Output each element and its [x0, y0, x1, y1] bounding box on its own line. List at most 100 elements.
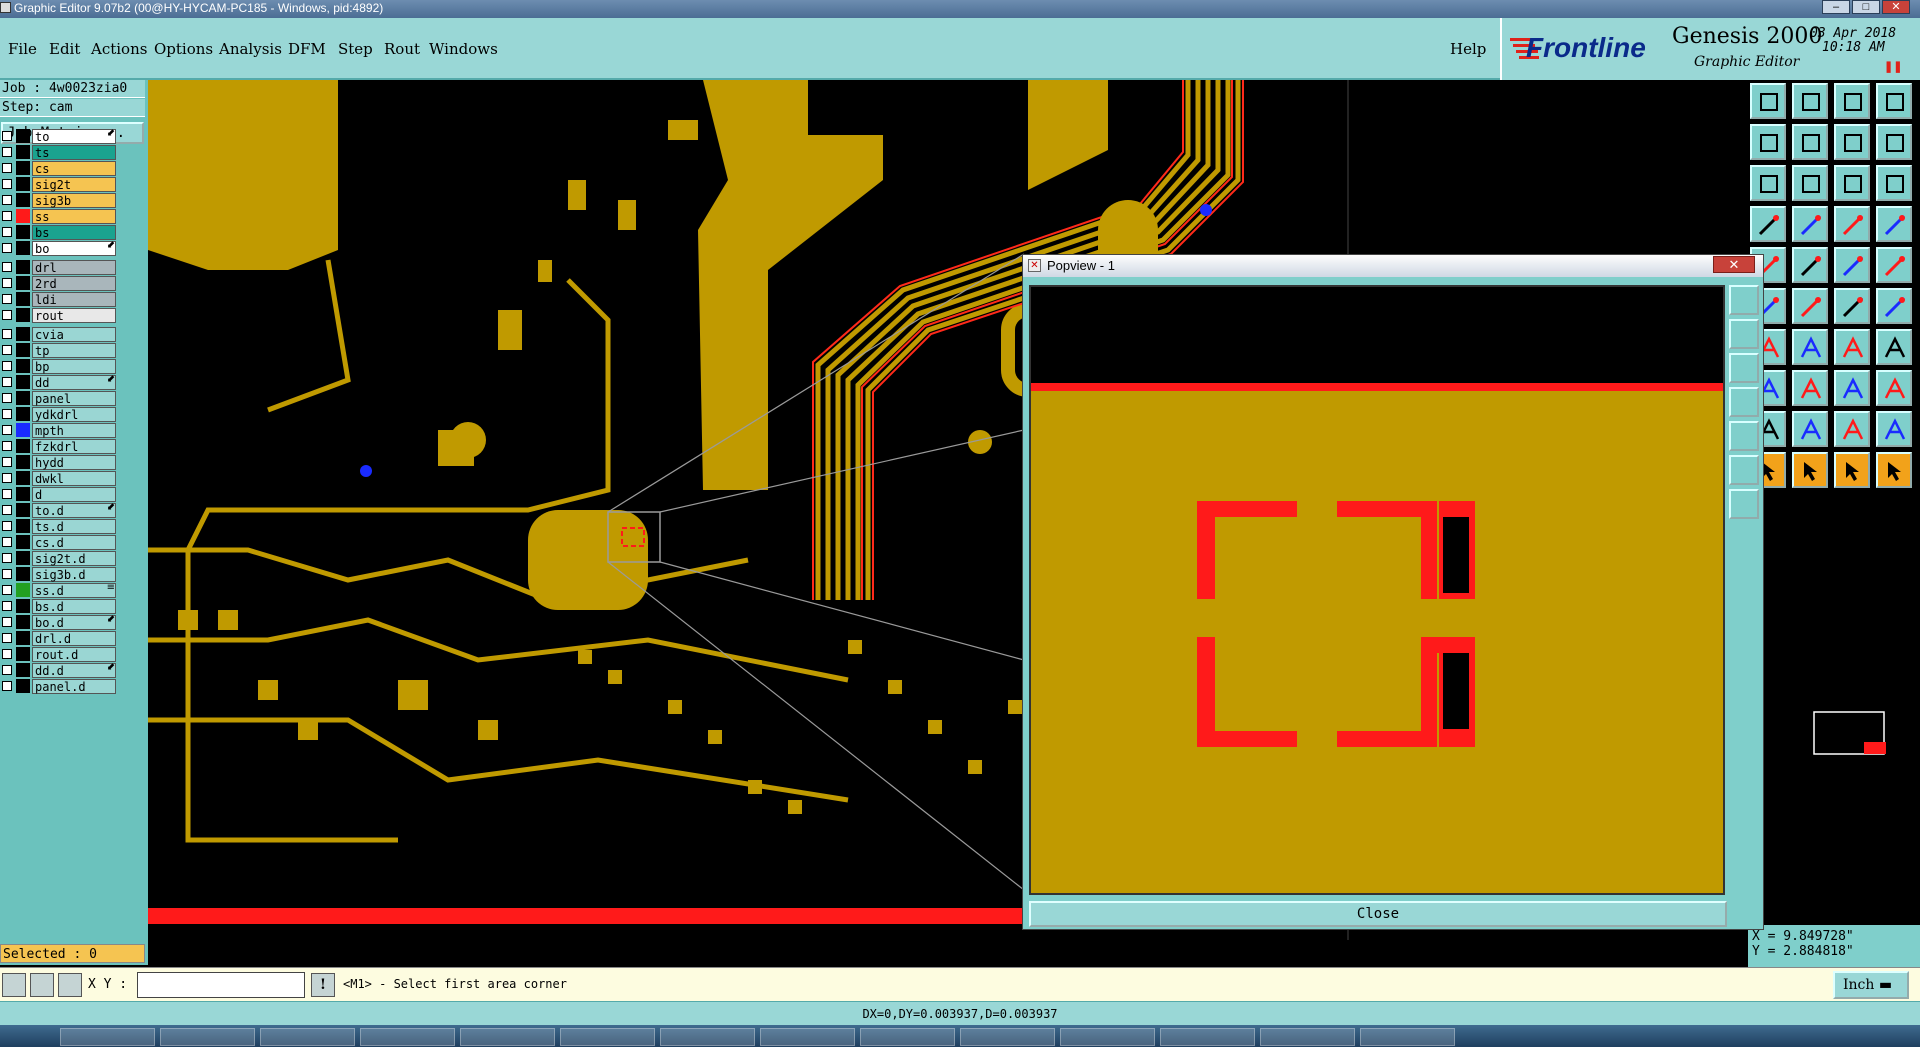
layer-row[interactable]: cvia: [0, 326, 118, 342]
taskbar-item[interactable]: [1160, 1028, 1255, 1046]
layer-checkbox[interactable]: [2, 681, 12, 691]
layer-color-swatch[interactable]: [16, 343, 30, 357]
layer-checkbox[interactable]: [2, 601, 12, 611]
layer-color-swatch[interactable]: [16, 471, 30, 485]
units-select[interactable]: Inch ▬: [1833, 971, 1909, 999]
pv-zoom-next-icon[interactable]: [1729, 421, 1759, 451]
popview-window[interactable]: ✕ Popview - 1 ✕ Close: [1022, 254, 1764, 930]
warning-icon[interactable]: !: [311, 973, 335, 997]
taskbar-item[interactable]: [360, 1028, 455, 1046]
layer-checkbox[interactable]: [2, 473, 12, 483]
layer-checkbox[interactable]: [2, 521, 12, 531]
layer-row[interactable]: drl: [0, 259, 118, 275]
layer-color-swatch[interactable]: [16, 455, 30, 469]
layers-icon[interactable]: [1876, 206, 1912, 242]
layer-name[interactable]: bs.d: [32, 599, 116, 614]
layer-row[interactable]: cs.d: [0, 534, 118, 550]
layer-row[interactable]: dd ⬋: [0, 374, 118, 390]
home-icon[interactable]: [1834, 83, 1870, 119]
layer-checkbox[interactable]: [2, 294, 12, 304]
layer-checkbox[interactable]: [2, 617, 12, 627]
grid-icon[interactable]: [1792, 206, 1828, 242]
layer-checkbox[interactable]: [2, 345, 12, 355]
zoom-prev-icon[interactable]: [1750, 124, 1786, 160]
layer-row[interactable]: tp: [0, 342, 118, 358]
layer-row[interactable]: to.d ⬋: [0, 502, 118, 518]
layer-color-swatch[interactable]: [16, 241, 30, 255]
measure-icon[interactable]: [1750, 206, 1786, 242]
layer-row[interactable]: ts.d: [0, 518, 118, 534]
overview-thumbnail[interactable]: [1812, 710, 1892, 760]
layer-color-swatch[interactable]: [16, 391, 30, 405]
zoom-home-icon[interactable]: [1750, 83, 1786, 119]
layer-checkbox[interactable]: [2, 489, 12, 499]
taskbar-item[interactable]: [60, 1028, 155, 1046]
arc-icon[interactable]: [1834, 329, 1870, 365]
layer-color-swatch[interactable]: [16, 292, 30, 306]
layer-name[interactable]: ts: [32, 145, 116, 160]
minimize-button[interactable]: –: [1822, 0, 1850, 14]
layer-color-swatch[interactable]: [16, 145, 30, 159]
layer-checkbox[interactable]: [2, 243, 12, 253]
layer-name[interactable]: cvia: [32, 327, 116, 342]
layer-checkbox[interactable]: [2, 131, 12, 141]
menu-help[interactable]: Help: [1450, 40, 1486, 58]
layer-name[interactable]: bo: [32, 241, 116, 256]
layer-color-swatch[interactable]: [16, 567, 30, 581]
layer-row[interactable]: ss.d ≡: [0, 582, 118, 598]
layer-row[interactable]: dd.d ⬋: [0, 662, 118, 678]
menu-file[interactable]: File: [8, 40, 37, 58]
move-icon[interactable]: [1834, 370, 1870, 406]
layer-name[interactable]: drl: [32, 260, 116, 275]
layer-name[interactable]: mpth: [32, 423, 116, 438]
layer-name[interactable]: ydkdrl: [32, 407, 116, 422]
layer-row[interactable]: 2rd: [0, 275, 118, 291]
layer-name[interactable]: drl.d: [32, 631, 116, 646]
layer-checkbox[interactable]: [2, 262, 12, 272]
layer-row[interactable]: cs: [0, 160, 118, 176]
layer-name[interactable]: ss: [32, 209, 116, 224]
pv-zoom-out-icon[interactable]: [1729, 353, 1759, 383]
layer-checkbox[interactable]: [2, 310, 12, 320]
layer-name[interactable]: fzkdrl: [32, 439, 116, 454]
pointer2-icon[interactable]: [1792, 452, 1828, 488]
pointer3-icon[interactable]: [1834, 452, 1870, 488]
layer-row[interactable]: ss: [0, 208, 118, 224]
layer-name[interactable]: tp: [32, 343, 116, 358]
layer-row[interactable]: ldi: [0, 291, 118, 307]
taskbar-item[interactable]: [1260, 1028, 1355, 1046]
layer-color-swatch[interactable]: [16, 177, 30, 191]
menu-options[interactable]: Options: [154, 40, 213, 58]
menu-step[interactable]: Step: [338, 40, 373, 58]
layer-name[interactable]: dd.d: [32, 663, 116, 678]
layer-row[interactable]: rout.d: [0, 646, 118, 662]
layer-row[interactable]: d: [0, 486, 118, 502]
layer-color-swatch[interactable]: [16, 260, 30, 274]
layer-name[interactable]: bp: [32, 359, 116, 374]
line2-icon[interactable]: [1876, 288, 1912, 324]
layer-color-swatch[interactable]: [16, 599, 30, 613]
layer-color-swatch[interactable]: [16, 327, 30, 341]
layer-name[interactable]: ldi: [32, 292, 116, 307]
pv-zoom-home-icon[interactable]: [1729, 285, 1759, 315]
layer-name[interactable]: sig2t.d: [32, 551, 116, 566]
layer-color-swatch[interactable]: [16, 663, 30, 677]
layer-checkbox[interactable]: [2, 569, 12, 579]
layer-color-swatch[interactable]: [16, 225, 30, 239]
layer-checkbox[interactable]: [2, 227, 12, 237]
taskbar-item[interactable]: [1060, 1028, 1155, 1046]
layer-checkbox[interactable]: [2, 195, 12, 205]
snap-icon[interactable]: [2, 973, 26, 997]
layer-checkbox[interactable]: [2, 393, 12, 403]
layer-name[interactable]: rout: [32, 308, 116, 323]
maximize-button[interactable]: □: [1852, 0, 1880, 14]
layer-row[interactable]: dwkl: [0, 470, 118, 486]
layer-color-swatch[interactable]: [16, 631, 30, 645]
popview-canvas[interactable]: [1029, 285, 1725, 895]
layer-row[interactable]: bo.d ⬋: [0, 614, 118, 630]
layer-name[interactable]: bo.d: [32, 615, 116, 630]
layer-checkbox[interactable]: [2, 211, 12, 221]
ruler-icon[interactable]: [1834, 247, 1870, 283]
layer-name[interactable]: ts.d: [32, 519, 116, 534]
layer-row[interactable]: bp: [0, 358, 118, 374]
